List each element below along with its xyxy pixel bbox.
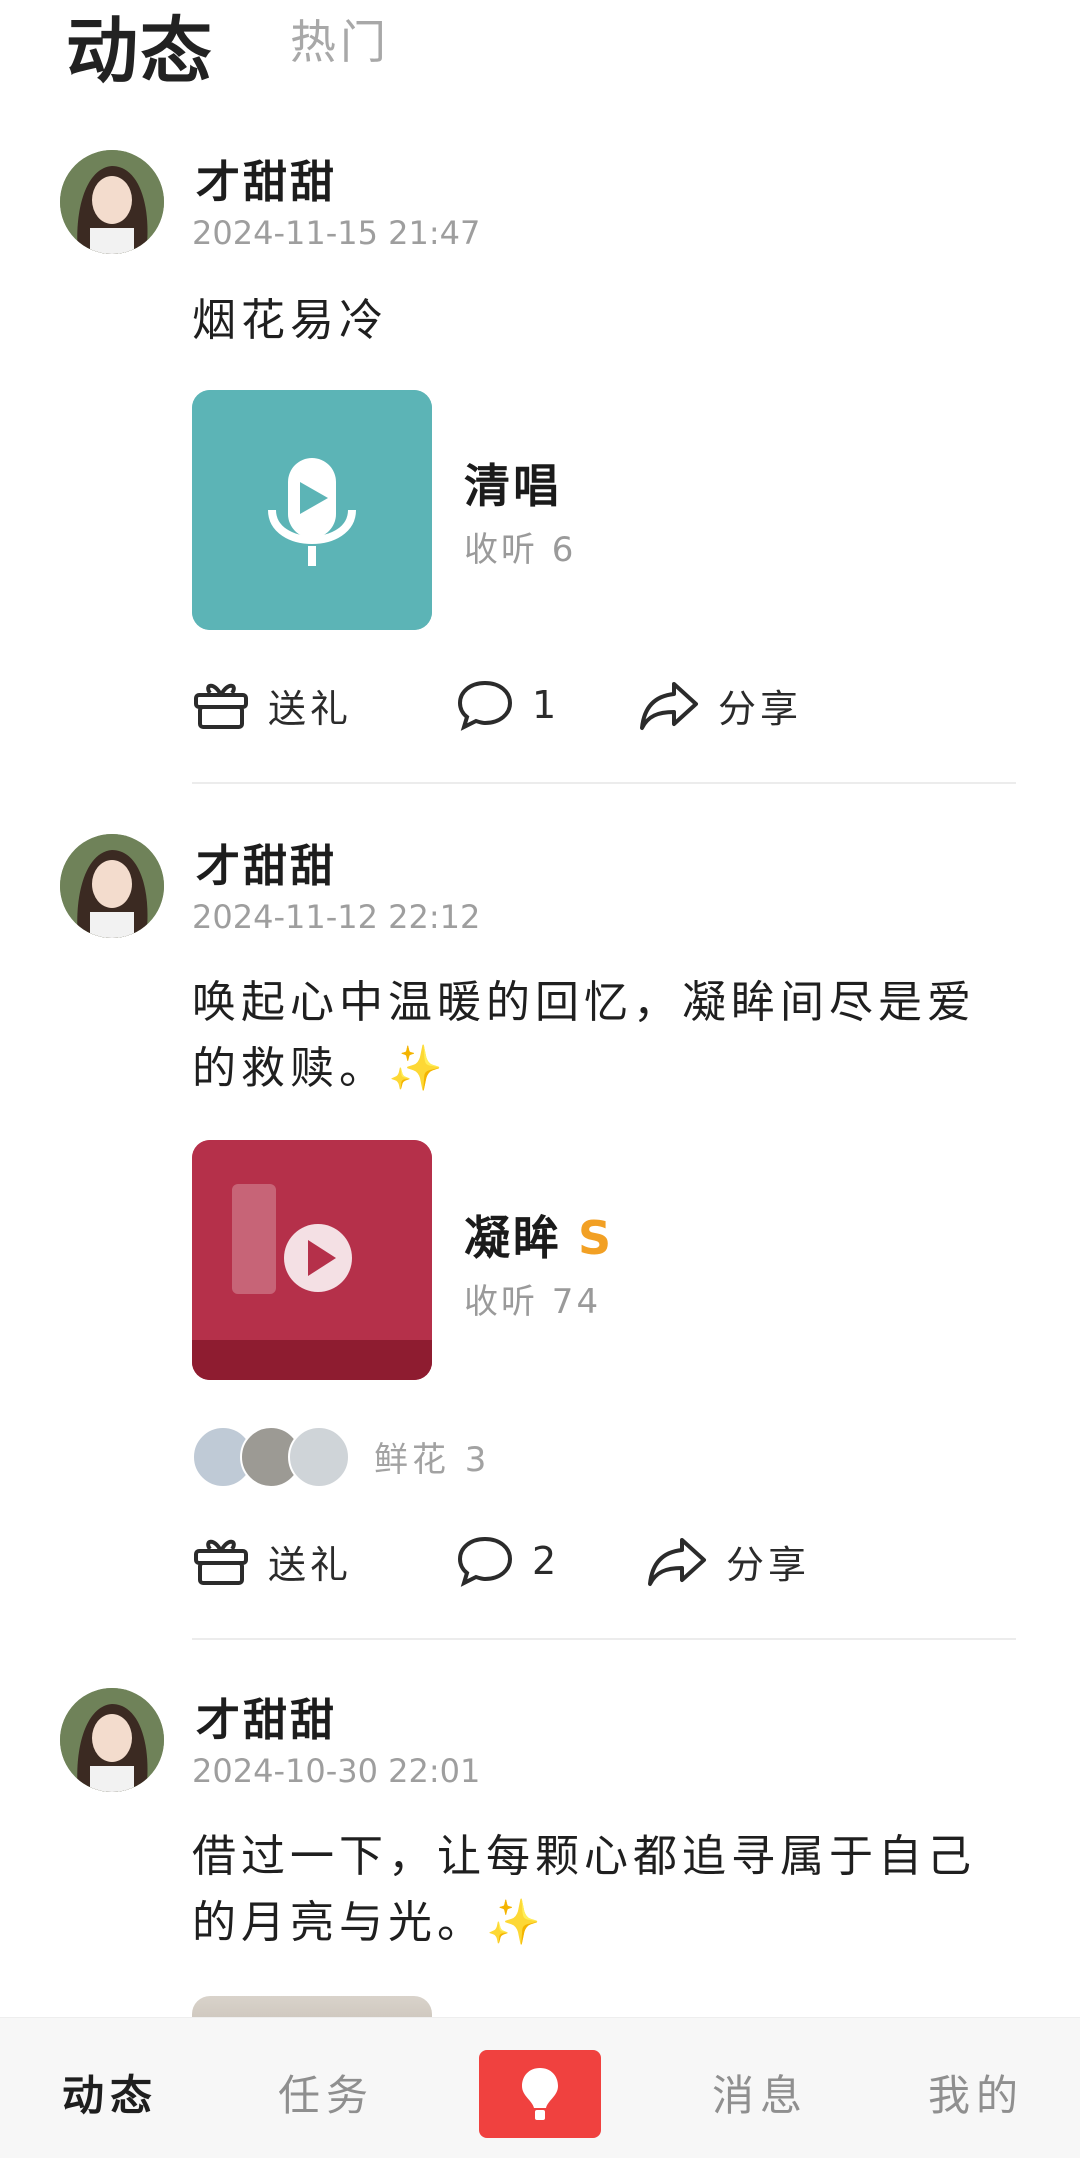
bottom-nav: 动态 任务 消息 我的 xyxy=(0,2017,1080,2158)
microphone-icon xyxy=(192,390,432,630)
comment-count: 2 xyxy=(532,1539,561,1583)
listen-count: 收听 6 xyxy=(464,530,577,570)
gift-label: 送礼 xyxy=(268,1542,353,1587)
share-icon xyxy=(648,1538,706,1586)
song-title[interactable]: 凝眸 S xyxy=(464,1202,614,1268)
divider xyxy=(192,1638,1016,1640)
nav-me[interactable]: 我的 xyxy=(928,2062,1024,2123)
microphone-icon xyxy=(522,2068,558,2120)
song-title[interactable]: 清唱 xyxy=(464,450,562,516)
record-button[interactable] xyxy=(479,2050,601,2138)
share-button[interactable]: 分享 xyxy=(638,670,802,740)
post-time: 2024-11-12 22:12 xyxy=(192,898,481,936)
share-label: 分享 xyxy=(718,686,803,731)
share-label: 分享 xyxy=(726,1542,811,1587)
nav-tasks[interactable]: 任务 xyxy=(278,2062,374,2123)
avatar[interactable] xyxy=(60,1688,164,1792)
avatar xyxy=(288,1426,350,1488)
comment-icon xyxy=(457,1536,513,1587)
comment-icon xyxy=(457,680,513,731)
avatar[interactable] xyxy=(60,834,164,938)
level-badge: S xyxy=(578,1211,615,1265)
post-card: 才甜甜 2024-10-30 22:01 借过一下，让每颗心都追寻属于自己的月亮… xyxy=(0,1688,1080,2036)
share-button[interactable]: 分享 xyxy=(646,1526,810,1596)
flower-senders[interactable]: 鲜花 3 xyxy=(192,1426,692,1488)
song-cover[interactable] xyxy=(192,1140,432,1380)
song-cover[interactable] xyxy=(192,390,432,630)
post-text: 烟花易冷 xyxy=(192,295,388,346)
author-name[interactable]: 才甜甜 xyxy=(196,1684,337,1748)
nav-messages[interactable]: 消息 xyxy=(712,2062,808,2123)
comment-count: 1 xyxy=(532,683,561,727)
gift-label: 送礼 xyxy=(268,686,353,731)
comment-button[interactable]: 2 xyxy=(456,1526,560,1596)
gift-icon xyxy=(194,1539,248,1585)
post-text: 借过一下，让每颗心都追寻属于自己的月亮与光。✨ xyxy=(192,1831,976,1948)
gift-icon xyxy=(194,683,248,729)
post-card: 才甜甜 2024-11-12 22:12 唤起心中温暖的回忆，凝眸间尽是爱的救赎… xyxy=(0,834,1080,1640)
action-bar: 送礼 1 分享 xyxy=(192,670,1012,740)
post-text: 唤起心中温暖的回忆，凝眸间尽是爱的救赎。✨ xyxy=(192,977,976,1094)
play-icon xyxy=(192,1140,432,1380)
tab-hot[interactable]: 热门 xyxy=(290,6,390,72)
nav-dynamic[interactable]: 动态 xyxy=(62,2062,158,2123)
post-time: 2024-11-15 21:47 xyxy=(192,214,481,252)
action-bar: 送礼 2 分享 xyxy=(192,1526,1012,1596)
post-card: 才甜甜 2024-11-15 21:47 烟花易冷 清唱 收听 6 送礼 1 分… xyxy=(0,150,1080,784)
gift-button[interactable]: 送礼 xyxy=(192,1526,352,1596)
comment-button[interactable]: 1 xyxy=(456,670,560,740)
listen-count: 收听 74 xyxy=(464,1282,602,1322)
gift-button[interactable]: 送礼 xyxy=(192,670,352,740)
header: 动态 热门 xyxy=(0,0,1080,93)
divider xyxy=(192,782,1016,784)
tab-dynamic[interactable]: 动态 xyxy=(66,0,214,97)
flower-count: 鲜花 3 xyxy=(374,1440,491,1480)
post-time: 2024-10-30 22:01 xyxy=(192,1752,481,1790)
author-name[interactable]: 才甜甜 xyxy=(196,830,337,894)
author-name[interactable]: 才甜甜 xyxy=(196,146,337,210)
share-icon xyxy=(640,682,698,730)
avatar[interactable] xyxy=(60,150,164,254)
